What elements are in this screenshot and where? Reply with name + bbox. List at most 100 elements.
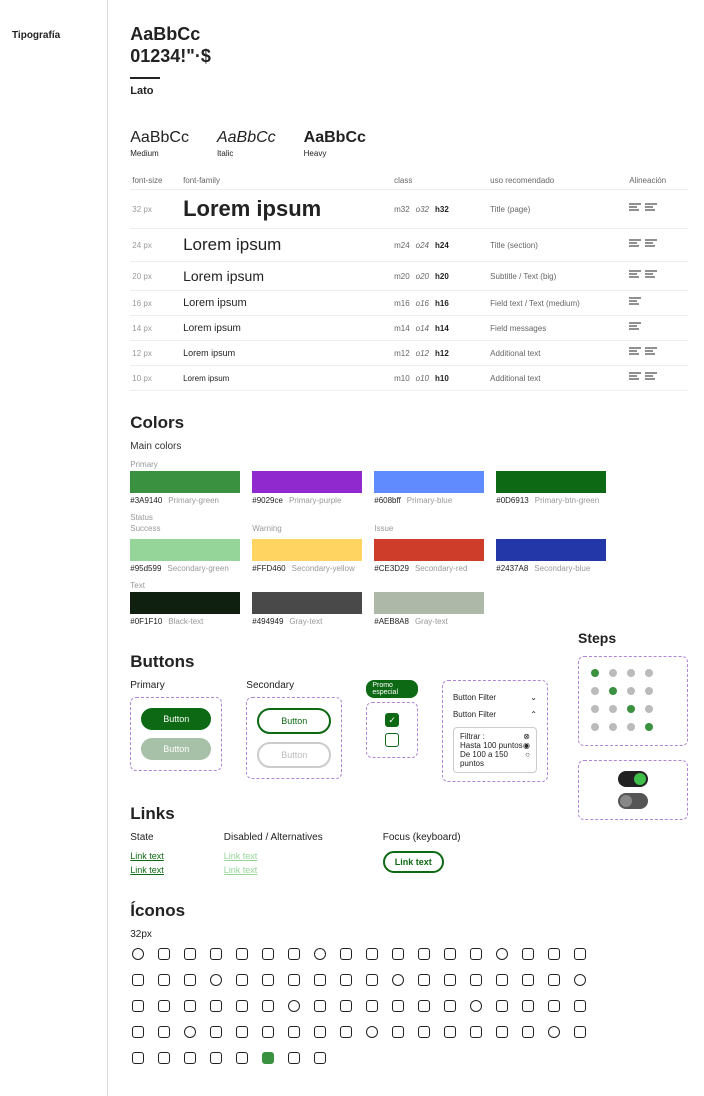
ui-icon [416,972,432,988]
step-dot [645,705,653,713]
toggle-group [578,760,688,820]
color-swatch: #3A9140Primary-green [130,471,240,505]
steps-grid-box [578,656,688,746]
ui-icon [156,1024,172,1040]
weight-sample: AaBbCc [217,129,276,147]
ui-icon [546,972,562,988]
ui-icon [260,946,276,962]
type-sample: Lorem ipsum [183,348,235,358]
step-dot [627,723,635,731]
primary-button-group: Button Button [130,697,222,771]
filter-collapsed[interactable]: Button Filter ⌄ [453,689,537,706]
ui-icon [312,1050,328,1066]
color-swatch: #9029cePrimary-purple [252,471,362,505]
ui-icon [338,1024,354,1040]
align-left-icon [645,203,657,213]
toggle-on[interactable] [618,771,648,787]
ui-icon [260,1024,276,1040]
ui-icon [286,998,302,1014]
secondary-button-group: Button Button [246,697,342,779]
ui-icon [520,998,536,1014]
color-section-label: Primary [130,460,688,469]
link-focus[interactable]: Link text [383,851,444,873]
ui-icon [208,998,224,1014]
ui-icon [156,946,172,962]
align-left-icon [629,239,641,249]
secondary-button-disabled: Button [257,742,331,768]
chevron-up-icon: ⌃ [530,710,537,719]
align-left-icon [645,347,657,357]
close-icon[interactable]: ⊗ [523,732,530,741]
align-left-icon [645,372,657,382]
step-dot [627,687,635,695]
type-sample: Lorem ipsum [183,374,229,383]
ui-icon [442,972,458,988]
type-sample: Lorem ipsum [183,235,281,254]
ui-icon [312,946,328,962]
link-disabled-1: Link text [224,851,323,861]
ui-icon [468,972,484,988]
checkbox-checked[interactable]: ✓ [385,713,399,727]
ui-icon [494,1024,510,1040]
ui-icon [312,972,328,988]
ui-icon [546,998,562,1014]
step-dot [645,687,653,695]
weight-sample: AaBbCc [304,129,366,147]
links-disabled-title: Disabled / Alternatives [224,832,323,843]
color-swatch: #0F1F10Black-text [130,592,240,626]
ui-icon [208,946,224,962]
checkbox-unchecked[interactable] [385,733,399,747]
type-sample-line2: 01234!"·$ [130,46,688,68]
color-swatch: #CE3D29Secondary-red [374,539,484,573]
type-table: font-sizefont-familyclassuso recomendado… [130,172,688,391]
filter-option-1[interactable]: Hasta 100 puntos◉ [460,741,530,750]
ui-icon [468,1024,484,1040]
weight-label: Medium [130,149,189,158]
primary-button[interactable]: Button [141,708,211,730]
ui-icon [494,946,510,962]
type-sample: Lorem ipsum [183,323,241,334]
steps-title: Steps [578,630,688,646]
weight-sample: AaBbCc [130,129,189,147]
secondary-button[interactable]: Button [257,708,331,734]
ui-icon [572,972,588,988]
icon-grid [130,946,610,1066]
ui-icon [442,1024,458,1040]
color-section-label: Text [130,581,688,590]
step-dot [609,723,617,731]
ui-icon [364,998,380,1014]
ui-icon [156,998,172,1014]
ui-icon [234,998,250,1014]
toggle-off[interactable] [618,793,648,809]
link-state-2[interactable]: Link text [130,865,164,875]
ui-icon [416,1024,432,1040]
font-name: Lato [130,85,688,97]
buttons-title: Buttons [130,652,548,672]
ui-icon [260,972,276,988]
align-left-icon [629,372,641,382]
weight-label: Italic [217,149,276,158]
step-dot [627,669,635,677]
ui-icon [520,1024,536,1040]
step-dot [627,705,635,713]
links-focus-title: Focus (keyboard) [383,832,461,843]
ui-icon [286,946,302,962]
step-dot [591,669,599,677]
ui-icon [364,1024,380,1040]
type-sample-line1: AaBbCc [130,24,688,46]
ui-icon [468,946,484,962]
type-sample: Lorem ipsum [183,297,247,309]
filter-option-2[interactable]: De 100 a 150 puntos○ [460,750,530,768]
align-left-icon [645,270,657,280]
link-disabled-2: Link text [224,865,323,875]
ui-icon [208,1024,224,1040]
ui-icon [468,998,484,1014]
step-dot [645,669,653,677]
ui-icon [286,1050,302,1066]
ui-icon [234,1050,250,1066]
link-state-1[interactable]: Link text [130,851,164,861]
align-left-icon [629,203,641,213]
filter-expanded[interactable]: Button Filter ⌃ [453,706,537,723]
step-dot [591,705,599,713]
color-swatch: #FFD460Secondary-yellow [252,539,362,573]
